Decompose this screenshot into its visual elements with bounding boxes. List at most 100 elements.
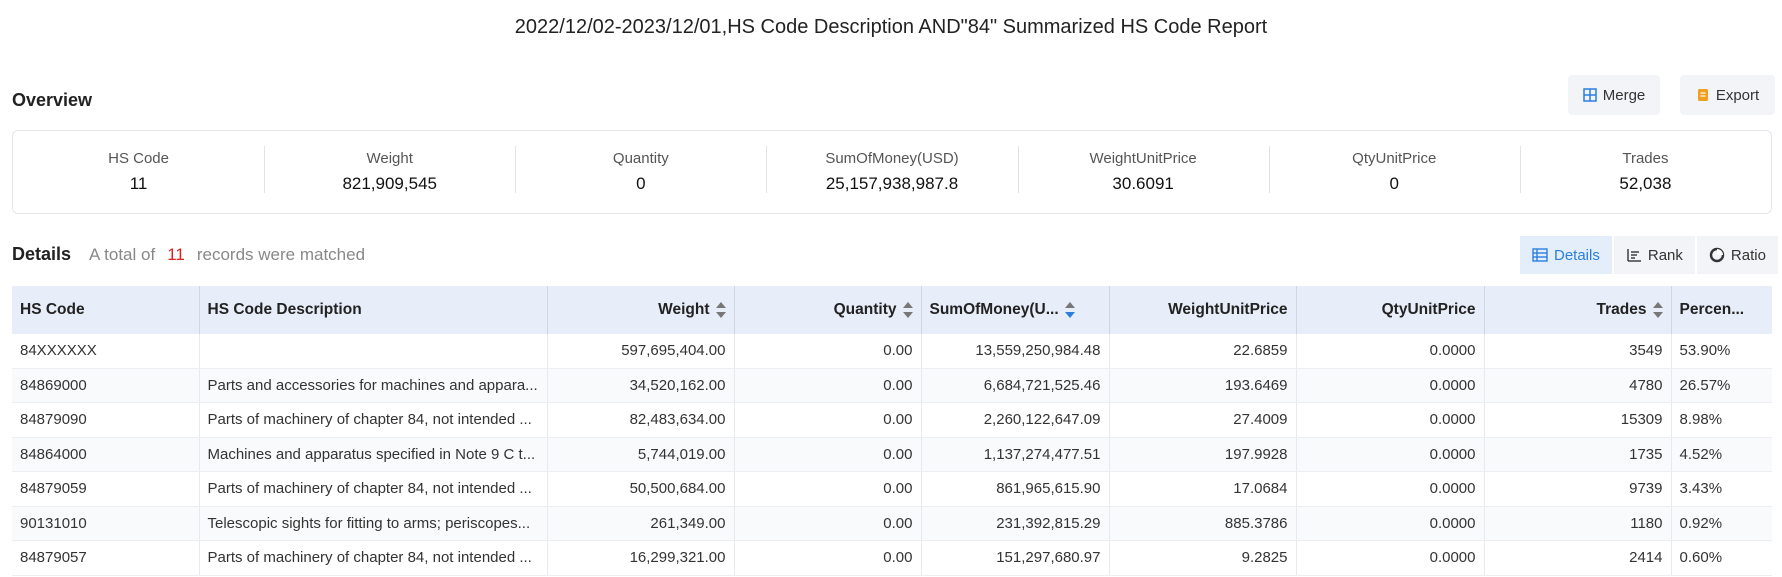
- cell-percent: 3.43%: [1671, 471, 1772, 507]
- stat-value: 52,038: [1619, 174, 1672, 193]
- cell-sum-of-money: 6,684,721,525.46: [921, 368, 1110, 403]
- table-row[interactable]: 90131010 Telescopic sights for fitting to…: [12, 506, 1772, 541]
- cell-weight: 34,520,162.00: [547, 368, 735, 403]
- column-label: Quantity: [833, 301, 897, 318]
- stat-label: Trades: [1622, 150, 1669, 167]
- table-row[interactable]: 84869000 Parts and accessories for machin…: [12, 368, 1772, 403]
- cell-weight-unit-price: 197.9928: [1109, 437, 1297, 472]
- cell-description: Parts of machinery of chapter 84, not in…: [199, 402, 548, 438]
- sort-icon[interactable]: [1652, 301, 1663, 318]
- tab-rank[interactable]: Rank: [1613, 236, 1695, 274]
- cell-qty-unit-price: 0.0000: [1296, 402, 1485, 438]
- cell-trades: 3549: [1484, 334, 1672, 369]
- cell-hs-code: 84879090: [12, 402, 200, 438]
- export-icon: [1696, 88, 1710, 102]
- stat-value: 30.6091: [1112, 174, 1174, 193]
- cell-weight: 261,349.00: [547, 506, 735, 541]
- cell-quantity: 0.00: [734, 506, 922, 541]
- cell-weight: 50,500,684.00: [547, 471, 735, 507]
- stat-label: QtyUnitPrice: [1352, 150, 1437, 167]
- stat-label: Weight: [366, 150, 413, 167]
- cell-sum-of-money: 231,392,815.29: [921, 506, 1110, 541]
- cell-quantity: 0.00: [734, 368, 922, 403]
- cell-percent: 0.60%: [1671, 540, 1772, 576]
- merge-icon: [1582, 88, 1597, 102]
- cell-trades: 9739: [1484, 471, 1672, 507]
- cell-trades: 4780: [1484, 368, 1672, 403]
- export-button[interactable]: Export: [1680, 75, 1775, 115]
- cell-weight: 16,299,321.00: [547, 540, 735, 576]
- column-label: Trades: [1596, 301, 1647, 318]
- table-row[interactable]: 84864000 Machines and apparatus specified…: [12, 437, 1772, 472]
- column-header-description: HS Code Description: [199, 286, 548, 334]
- cell-quantity: 0.00: [734, 437, 922, 472]
- tab-label: Rank: [1647, 246, 1683, 264]
- cell-percent: 53.90%: [1671, 334, 1772, 369]
- stat-trades: Trades 52,038: [1519, 131, 1771, 213]
- stat-value: 821,909,545: [342, 174, 437, 193]
- cell-hs-code: 84869000: [12, 368, 200, 403]
- details-title: Details: [12, 244, 72, 264]
- column-header-trades[interactable]: Trades: [1484, 286, 1672, 334]
- cell-weight: 5,744,019.00: [547, 437, 735, 472]
- cell-sum-of-money: 1,137,274,477.51: [921, 437, 1110, 472]
- cell-hs-code: 84XXXXXX: [12, 334, 200, 369]
- cell-weight-unit-price: 27.4009: [1109, 402, 1297, 438]
- records-summary: A total of 11 records were matched: [89, 245, 365, 265]
- cell-qty-unit-price: 0.0000: [1296, 334, 1485, 369]
- sort-icon[interactable]: [1064, 301, 1075, 318]
- cell-percent: 8.98%: [1671, 402, 1772, 438]
- column-header-percent: Percen...: [1671, 286, 1772, 334]
- cell-percent: 26.57%: [1671, 368, 1772, 403]
- stat-label: HS Code: [108, 150, 169, 167]
- table-icon: [1532, 248, 1548, 262]
- cell-weight-unit-price: 193.6469: [1109, 368, 1297, 403]
- table-row[interactable]: 84879057 Parts of machinery of chapter 84…: [12, 540, 1772, 576]
- column-label: SumOfMoney(U...: [929, 301, 1059, 318]
- table-row[interactable]: 84879090 Parts of machinery of chapter 84…: [12, 402, 1772, 438]
- stat-value: 0: [1389, 174, 1399, 193]
- column-header-weight[interactable]: Weight: [547, 286, 735, 334]
- cell-trades: 1735: [1484, 437, 1672, 472]
- cell-weight-unit-price: 885.3786: [1109, 506, 1297, 541]
- details-table: HS Code HS Code Description Weight Quant…: [12, 286, 1772, 576]
- stat-value: 11: [129, 174, 148, 193]
- merge-label: Merge: [1602, 86, 1646, 104]
- column-header-sum-of-money[interactable]: SumOfMoney(U...: [921, 286, 1110, 334]
- column-label: Weight: [658, 301, 710, 318]
- cell-description: Parts of machinery of chapter 84, not in…: [199, 471, 548, 507]
- table-row[interactable]: 84879059 Parts of machinery of chapter 84…: [12, 471, 1772, 507]
- cell-description: Telescopic sights for fitting to arms; p…: [199, 506, 548, 541]
- table-header-row: HS Code HS Code Description Weight Quant…: [12, 286, 1772, 334]
- cell-percent: 0.92%: [1671, 506, 1772, 541]
- cell-hs-code: 84864000: [12, 437, 200, 472]
- cell-quantity: 0.00: [734, 402, 922, 438]
- merge-button[interactable]: Merge: [1568, 75, 1660, 115]
- tab-ratio[interactable]: Ratio: [1696, 236, 1778, 274]
- cell-description: Parts and accessories for machines and a…: [199, 368, 548, 403]
- cell-percent: 4.52%: [1671, 437, 1772, 472]
- column-label: HS Code Description: [207, 301, 362, 318]
- column-label: Percen...: [1679, 301, 1745, 318]
- sort-icon[interactable]: [902, 301, 913, 318]
- cell-quantity: 0.00: [734, 540, 922, 576]
- cell-hs-code: 84879059: [12, 471, 200, 507]
- cell-weight: 597,695,404.00: [547, 334, 735, 369]
- column-header-weight-unit-price: WeightUnitPrice: [1109, 286, 1297, 334]
- stat-weight: Weight 821,909,545: [264, 131, 515, 213]
- cell-quantity: 0.00: [734, 471, 922, 507]
- tab-label: Details: [1554, 246, 1600, 264]
- cell-sum-of-money: 861,965,615.90: [921, 471, 1110, 507]
- stat-label: WeightUnitPrice: [1089, 150, 1197, 167]
- bar-chart-icon: [1626, 248, 1642, 262]
- cell-qty-unit-price: 0.0000: [1296, 437, 1485, 472]
- column-header-qty-unit-price: QtyUnitPrice: [1296, 286, 1485, 334]
- table-row[interactable]: 84XXXXXX 597,695,404.00 0.00 13,559,250,984…: [12, 334, 1772, 369]
- overview-stats: HS Code 11 Weight 821,909,545 Quantity 0…: [12, 130, 1772, 214]
- column-header-quantity[interactable]: Quantity: [734, 286, 922, 334]
- sort-icon[interactable]: [715, 301, 726, 318]
- records-count: 11: [167, 245, 185, 264]
- stat-label: SumOfMoney(USD): [825, 150, 959, 167]
- tab-details[interactable]: Details: [1520, 236, 1612, 274]
- column-label: WeightUnitPrice: [1168, 301, 1288, 318]
